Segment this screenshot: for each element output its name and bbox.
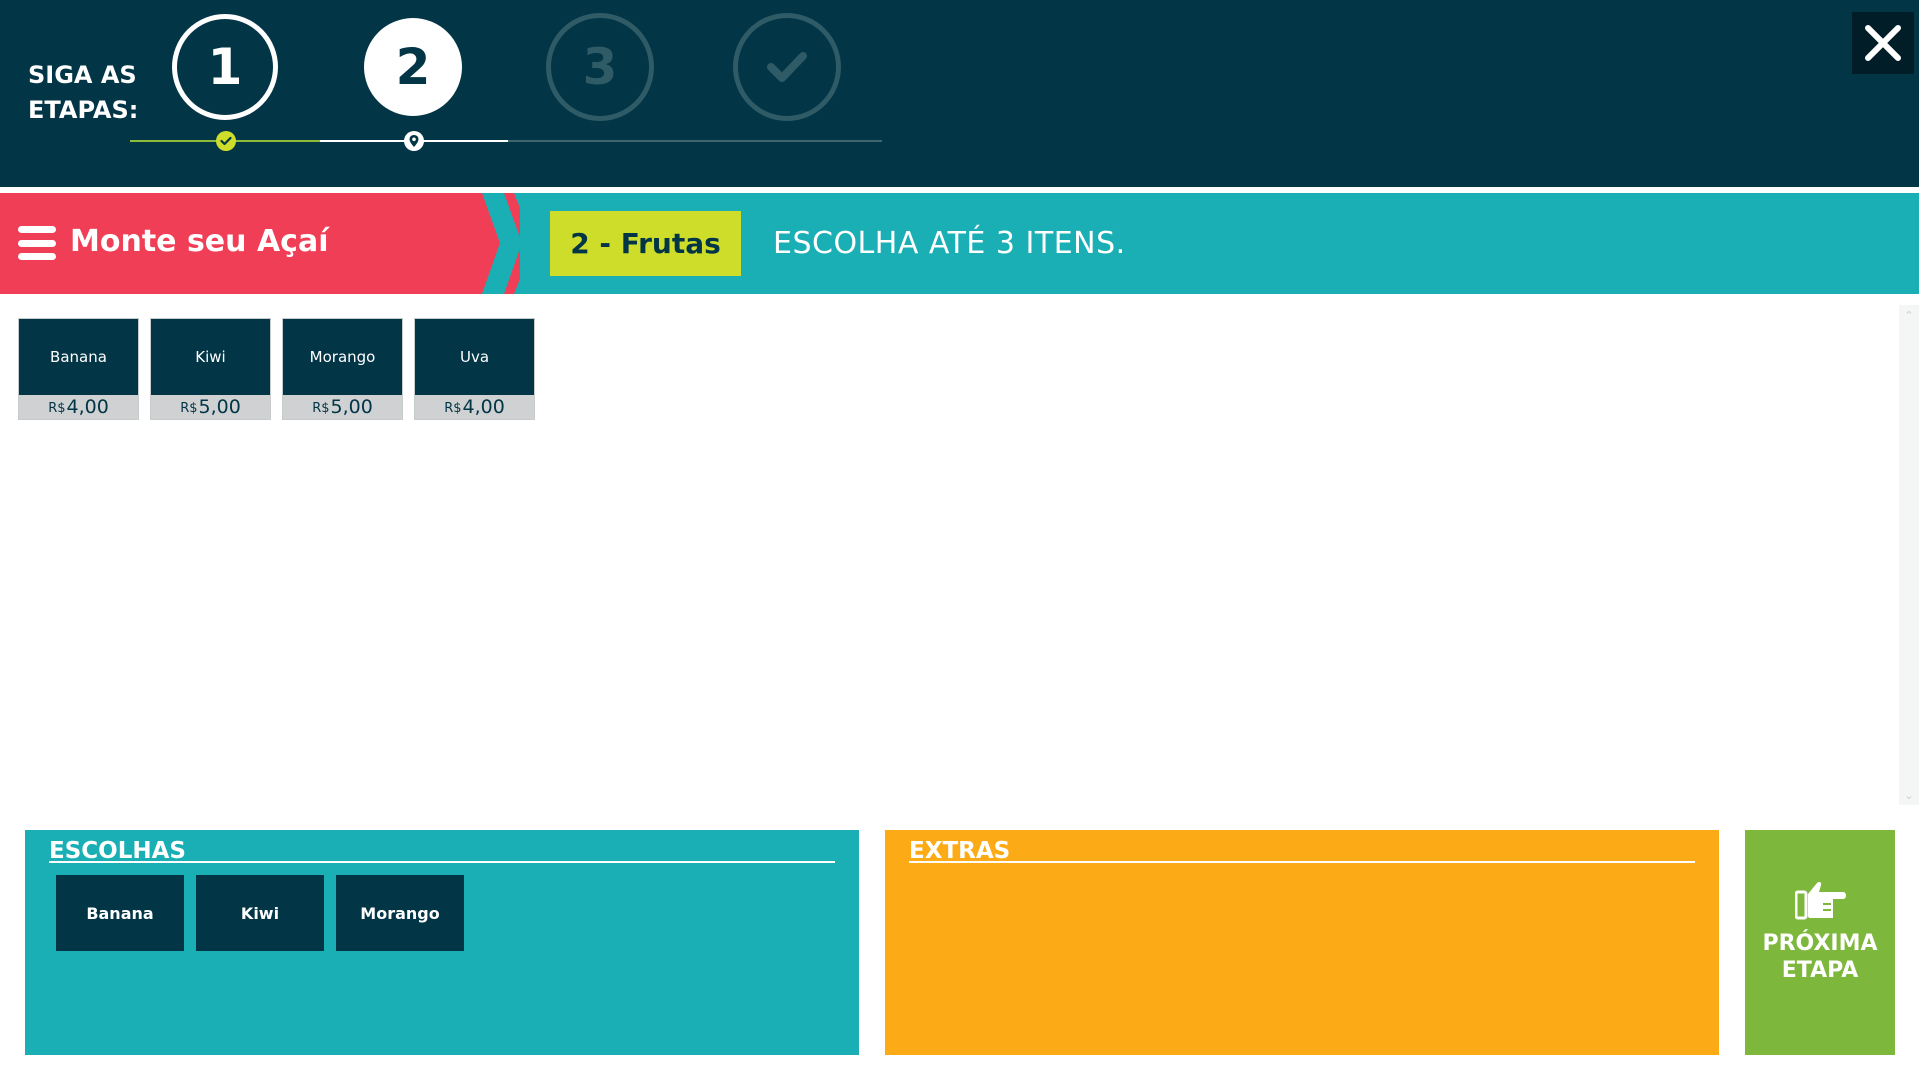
next-step-button[interactable]: PRÓXIMA ETAPA [1745, 830, 1895, 1055]
chosen-item-chip[interactable]: Kiwi [196, 875, 324, 951]
selection-hint: ESCOLHA ATÉ 3 ITENS. [773, 226, 1126, 261]
currency-symbol: R$ [48, 401, 66, 416]
section-title: Monte seu Açaí [70, 224, 329, 259]
chosen-item-chip[interactable]: Banana [56, 875, 184, 951]
current-step-badge: 2 - Frutas [550, 211, 741, 276]
close-icon [1865, 25, 1901, 61]
price-value: 5,00 [198, 396, 241, 418]
product-card[interactable]: Uva R$ 4,00 [414, 318, 535, 420]
chosen-item-chip[interactable]: Morango [336, 875, 464, 951]
stepper-label-line1: SIGA AS [28, 61, 137, 89]
price-value: 5,00 [330, 396, 373, 418]
extras-divider [909, 861, 1695, 863]
product-price: R$ 4,00 [19, 395, 138, 419]
step-3[interactable]: 3 [546, 13, 654, 121]
currency-symbol: R$ [180, 401, 198, 416]
step-1-label: 1 [207, 38, 243, 96]
close-button[interactable] [1852, 12, 1914, 74]
currency-symbol: R$ [444, 401, 462, 416]
next-step-label: PRÓXIMA ETAPA [1745, 930, 1895, 984]
progress-track-pending [508, 140, 882, 142]
product-name: Kiwi [151, 319, 270, 395]
extras-panel: EXTRAS [885, 830, 1719, 1055]
location-pin-icon [409, 135, 419, 147]
stepper-label-line2: ETAPAS: [28, 96, 139, 124]
product-grid-scrollbar[interactable]: ⌃ ⌄ [1899, 305, 1919, 805]
check-icon [220, 136, 232, 146]
stepper-label: SIGA AS ETAPAS: [28, 58, 138, 128]
product-card[interactable]: Kiwi R$ 5,00 [150, 318, 271, 420]
product-name: Morango [283, 319, 402, 395]
stepper-header [0, 0, 1919, 187]
choices-panel: ESCOLHAS Banana Kiwi Morango [25, 830, 859, 1055]
step-3-label: 3 [582, 38, 618, 96]
price-value: 4,00 [66, 396, 109, 418]
step-finish[interactable] [733, 13, 841, 121]
product-name: Banana [19, 319, 138, 395]
scroll-up-icon[interactable]: ⌃ [1899, 307, 1919, 323]
currency-symbol: R$ [312, 401, 330, 416]
hamburger-icon[interactable] [18, 226, 56, 260]
pointing-hand-icon [1795, 881, 1846, 920]
product-name: Uva [415, 319, 534, 395]
choices-divider [49, 861, 835, 863]
product-card[interactable]: Morango R$ 5,00 [282, 318, 403, 420]
product-price: R$ 5,00 [151, 395, 270, 419]
step-1[interactable]: 1 [172, 14, 278, 120]
product-card[interactable]: Banana R$ 4,00 [18, 318, 139, 420]
product-price: R$ 5,00 [283, 395, 402, 419]
price-value: 4,00 [462, 396, 505, 418]
step-2-label: 2 [395, 38, 431, 96]
next-step-label-line2: ETAPA [1781, 958, 1859, 983]
scroll-down-icon[interactable]: ⌄ [1899, 787, 1919, 803]
check-icon [767, 52, 807, 82]
step-2[interactable]: 2 [364, 18, 462, 116]
step-2-location-marker [404, 131, 424, 151]
next-step-label-line1: PRÓXIMA [1762, 931, 1878, 956]
product-price: R$ 4,00 [415, 395, 534, 419]
step-1-done-marker [216, 131, 236, 151]
